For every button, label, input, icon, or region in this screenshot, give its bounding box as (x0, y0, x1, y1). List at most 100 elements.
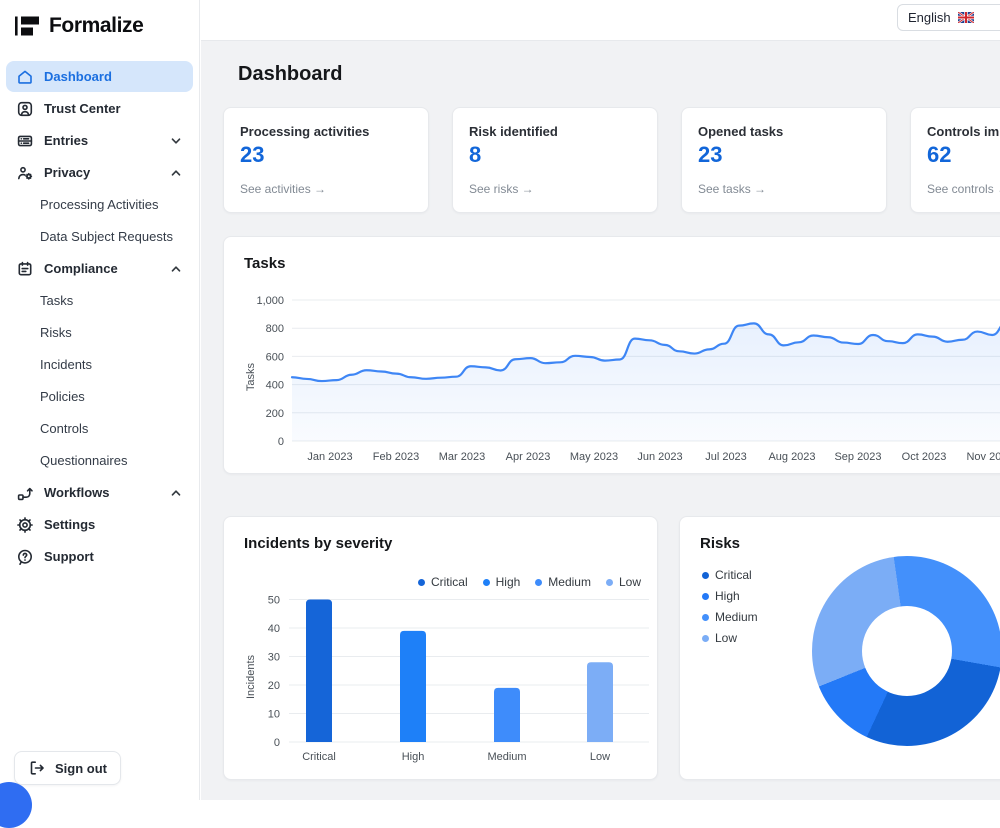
sidebar-subitem-policies[interactable]: Policies (6, 381, 193, 412)
sidebar-item-label: Privacy (44, 165, 90, 180)
svg-text:800: 800 (266, 323, 284, 335)
sidebar-item-entries[interactable]: Entries (6, 125, 193, 156)
sidebar-subitem-label: Incidents (40, 357, 92, 372)
home-icon (16, 68, 34, 86)
svg-text:Medium: Medium (487, 751, 526, 763)
stat-card-link[interactable]: See controls → (927, 182, 1000, 196)
sidebar-item-privacy[interactable]: Privacy (6, 157, 193, 188)
sign-out-label: Sign out (55, 761, 107, 776)
tasks-line-chart: 02004006008001,000Jan 2023Feb 2023Mar 20… (242, 291, 1000, 473)
language-selector[interactable]: English (897, 4, 1000, 31)
svg-text:Low: Low (590, 751, 610, 763)
svg-text:40: 40 (268, 623, 280, 635)
svg-text:50: 50 (268, 595, 280, 607)
stat-card-value: 62 (927, 142, 1000, 168)
stat-card-title: Processing activities (240, 124, 412, 139)
legend-label: Critical (715, 568, 752, 582)
legend-dot (535, 579, 542, 586)
main-content: English Dashboard Processing activities 2… (201, 0, 1000, 800)
stat-card-link[interactable]: See activities → (240, 182, 412, 196)
legend-dot (702, 614, 709, 621)
sidebar-subitem-questionnaires[interactable]: Questionnaires (6, 445, 193, 476)
risks-chart-card: Risks Critical High Medium Low (679, 516, 1000, 780)
donut-hole (862, 606, 952, 696)
incidents-legend: Critical High Medium Low (418, 575, 641, 589)
svg-text:Feb 2023: Feb 2023 (373, 451, 419, 463)
clipboard-icon (16, 260, 34, 278)
sign-out-icon (28, 759, 46, 777)
sidebar-item-trust-center[interactable]: Trust Center (6, 93, 193, 124)
sidebar-item-workflows[interactable]: Workflows (6, 477, 193, 508)
legend-dot (418, 579, 425, 586)
rows-icon (16, 132, 34, 150)
stat-card-title: Opened tasks (698, 124, 870, 139)
sidebar-subitem-label: Questionnaires (40, 453, 127, 468)
legend-item-medium[interactable]: Medium (535, 575, 591, 589)
legend-label: Critical (431, 575, 468, 589)
stat-card-link[interactable]: See tasks → (698, 182, 870, 196)
svg-text:Critical: Critical (302, 751, 336, 763)
help-icon (16, 548, 34, 566)
sidebar-item-label: Entries (44, 133, 88, 148)
sidebar-subitem-label: Processing Activities (40, 197, 159, 212)
legend-label: Medium (548, 575, 591, 589)
svg-text:400: 400 (266, 380, 284, 392)
chevron-up-icon (169, 166, 183, 180)
sidebar-item-label: Trust Center (44, 101, 121, 116)
sidebar-subitem-controls[interactable]: Controls (6, 413, 193, 444)
risks-chart-title: Risks (700, 535, 740, 552)
stat-card-opened-tasks: Opened tasks 23 See tasks → (681, 107, 887, 213)
gear-icon (16, 516, 34, 534)
sidebar-subitem-label: Data Subject Requests (40, 229, 173, 244)
formalize-logo-icon (14, 14, 40, 38)
legend-item-critical[interactable]: Critical (702, 568, 758, 582)
legend-label: Medium (715, 610, 758, 624)
sidebar-subitem-label: Policies (40, 389, 85, 404)
sidebar-item-support[interactable]: Support (6, 541, 193, 572)
svg-text:Sep 2023: Sep 2023 (834, 451, 881, 463)
sidebar-subitem-incidents[interactable]: Incidents (6, 349, 193, 380)
stat-cards-row: Processing activities23See activities →R… (223, 107, 1000, 213)
stat-card-link[interactable]: See risks → (469, 182, 641, 196)
chevron-down-icon (169, 134, 183, 148)
svg-text:20: 20 (268, 680, 280, 692)
sidebar-item-label: Dashboard (44, 69, 112, 84)
user-gear-icon (16, 164, 34, 182)
svg-text:10: 10 (268, 709, 280, 721)
sidebar-subitem-risks[interactable]: Risks (6, 317, 193, 348)
sidebar-item-dashboard[interactable]: Dashboard (6, 61, 193, 92)
legend-item-high[interactable]: High (702, 589, 758, 603)
sidebar-item-settings[interactable]: Settings (6, 509, 193, 540)
sidebar-subitem-label: Risks (40, 325, 72, 340)
legend-dot (702, 572, 709, 579)
sidebar-subitem-processing-activities[interactable]: Processing Activities (6, 189, 193, 220)
svg-text:Mar 2023: Mar 2023 (439, 451, 485, 463)
svg-text:0: 0 (278, 436, 284, 448)
legend-item-low[interactable]: Low (702, 631, 758, 645)
svg-text:High: High (402, 751, 425, 763)
stat-card-processing-activities: Processing activities 23 See activities → (223, 107, 429, 213)
legend-item-medium[interactable]: Medium (702, 610, 758, 624)
sidebar-subitem-label: Tasks (40, 293, 73, 308)
page-title: Dashboard (238, 63, 342, 86)
legend-item-critical[interactable]: Critical (418, 575, 468, 589)
legend-item-high[interactable]: High (483, 575, 521, 589)
sidebar-subitem-tasks[interactable]: Tasks (6, 285, 193, 316)
risks-donut-chart (812, 556, 1000, 746)
legend-item-low[interactable]: Low (606, 575, 641, 589)
app-logo: Formalize (0, 0, 199, 38)
sidebar-subitem-data-subject-requests[interactable]: Data Subject Requests (6, 221, 193, 252)
svg-text:600: 600 (266, 351, 284, 363)
chevron-up-icon (169, 262, 183, 276)
sidebar-item-compliance[interactable]: Compliance (6, 253, 193, 284)
app-name: Formalize (49, 14, 143, 38)
svg-text:Oct 2023: Oct 2023 (902, 451, 947, 463)
sidebar-item-label: Compliance (44, 261, 118, 276)
stat-card-value: 23 (240, 142, 412, 168)
svg-text:Tasks: Tasks (245, 362, 257, 391)
legend-label: Low (619, 575, 641, 589)
stat-card-value: 23 (698, 142, 870, 168)
sign-out-button[interactable]: Sign out (14, 751, 121, 785)
risks-legend: Critical High Medium Low (702, 568, 758, 645)
legend-dot (483, 579, 490, 586)
